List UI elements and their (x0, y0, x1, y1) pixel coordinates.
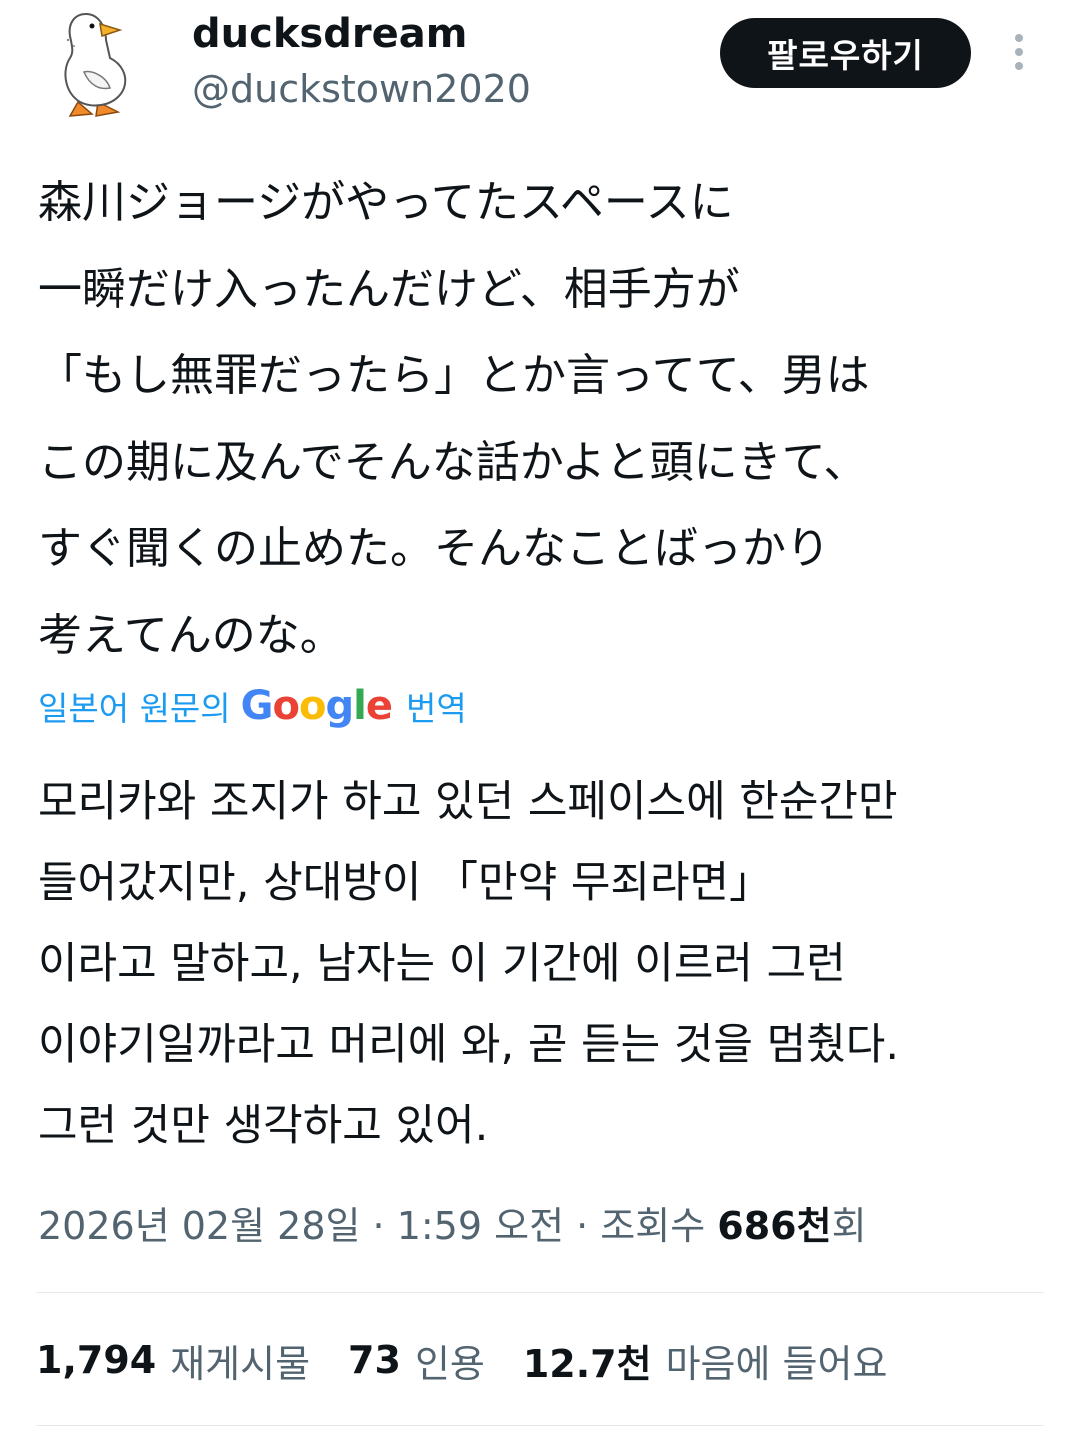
quotes-label: 인용 (414, 1341, 485, 1386)
display-name[interactable]: ducksdream (192, 10, 467, 58)
google-logo: Google (240, 683, 393, 729)
tweet-text: 森川ジョージがやってたスペースに 一瞬だけ入ったんだけど、相手方が 「もし無罪だ… (38, 160, 1048, 679)
tweet-time[interactable]: 1:59 오전 (397, 1204, 564, 1248)
views-suffix: 회 (831, 1204, 867, 1248)
translated-line: 이라고 말하고, 남자는 이 기간에 이르러 그런 (38, 939, 846, 989)
translation-prefix: 일본어 원문의 (38, 689, 231, 728)
google-letter: e (365, 683, 393, 729)
tweet-meta: 2026년 02월 28일 · 1:59 오전 · 조회수 686천회 (38, 1200, 867, 1252)
user-handle[interactable]: @duckstown2020 (192, 66, 531, 112)
likes-stat[interactable]: 12.7천 마음에 들어요 (523, 1333, 888, 1388)
tweet-date[interactable]: 2026년 02월 28일 (38, 1204, 360, 1248)
views-label: 조회수 (600, 1204, 718, 1248)
engagement-stats: 1,794 재게시물 73 인용 12.7천 마음에 들어요 (36, 1334, 925, 1386)
google-letter: g (325, 683, 354, 729)
reposts-count: 1,794 (36, 1338, 157, 1382)
likes-label: 마음에 들어요 (665, 1341, 888, 1386)
tweet-line: 一瞬だけ入ったんだけど、相手方が (38, 263, 740, 315)
translation-link[interactable]: 일본어 원문의 Google 번역 (38, 680, 467, 732)
google-letter: G (240, 683, 274, 729)
tweet-line: この期に及んでそんな話かよと頭にきて、 (38, 436, 868, 488)
views-count: 686천 (717, 1204, 832, 1248)
translated-line: 들어갔지만, 상대방이 「만약 무죄라면」 (38, 858, 773, 908)
tweet-line: 「もし無罪だったら」とか言ってて、男は (38, 350, 870, 401)
google-letter: l (353, 683, 367, 729)
avatar[interactable] (40, 0, 150, 122)
quotes-stat[interactable]: 73 인용 (348, 1333, 485, 1388)
tweet-line: 森川ジョージがやってたスペースに (38, 177, 734, 228)
tweet-line: すぐ聞くの止めた。そんなことばっかり (38, 523, 830, 574)
more-options-icon[interactable] (1006, 30, 1032, 78)
reposts-label: 재게시물 (170, 1341, 311, 1386)
quotes-count: 73 (348, 1338, 401, 1382)
translated-line: 그런 것만 생각하고 있어. (38, 1101, 489, 1151)
duck-avatar-icon (64, 12, 127, 117)
separator: · (360, 1204, 397, 1248)
google-letter: o (272, 683, 301, 729)
tweet-line: 考えてんのな。 (38, 609, 344, 661)
translated-line: 모리카와 조지가 하고 있던 스페이스에 한순간만 (38, 777, 898, 827)
divider (36, 1292, 1044, 1293)
translated-line: 이야기일까라고 머리에 와, 곧 듣는 것을 멈췄다. (38, 1020, 899, 1070)
separator: · (564, 1204, 601, 1248)
translation-suffix: 번역 (405, 689, 467, 728)
google-letter: o (298, 683, 327, 729)
divider (36, 1425, 1044, 1426)
likes-count: 12.7천 (522, 1341, 652, 1386)
translated-text: 모리카와 조지가 하고 있던 스페이스에 한순간만 들어갔지만, 상대방이 「만… (38, 762, 1048, 1167)
follow-button[interactable]: 팔로우하기 (720, 18, 971, 88)
reposts-stat[interactable]: 1,794 재게시물 (36, 1333, 310, 1388)
